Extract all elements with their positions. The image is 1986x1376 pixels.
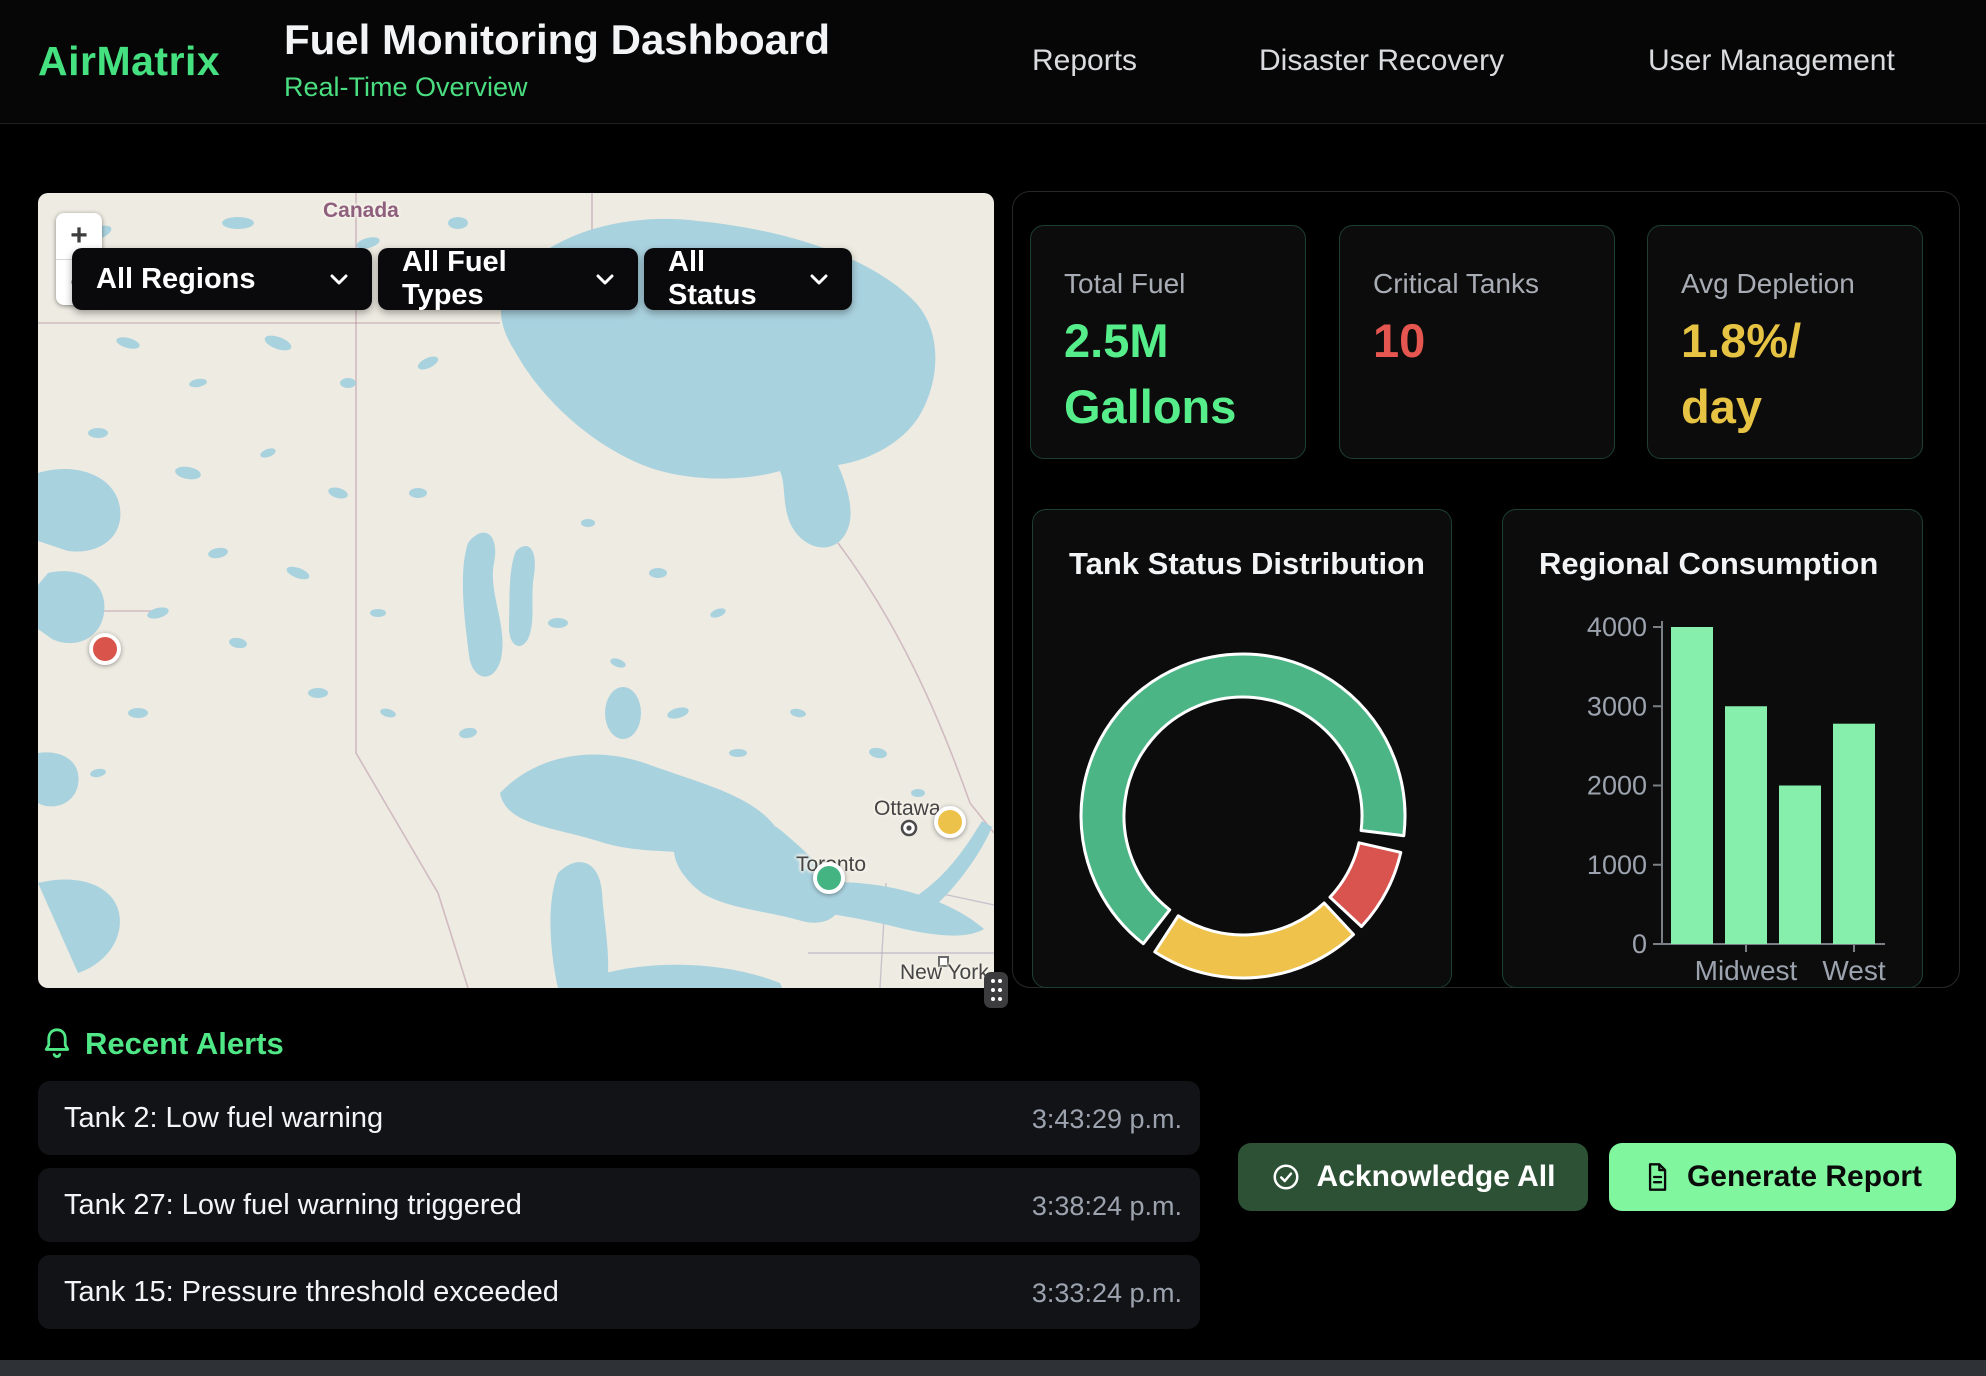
map-panel[interactable]: Canada Ottawa Toronto New York + − All R… <box>38 193 994 988</box>
donut-segment-warning <box>1155 903 1354 978</box>
tank-marker-critical[interactable] <box>89 633 121 665</box>
bar-2 <box>1779 786 1821 945</box>
stat-value: 10 <box>1373 308 1425 374</box>
region-filter-value: All Regions <box>96 263 256 296</box>
status-filter-select[interactable]: All Status <box>644 248 852 310</box>
stat-label: Avg Depletion <box>1681 268 1855 300</box>
y-tick-label: 1000 <box>1587 850 1647 880</box>
acknowledge-all-label: Acknowledge All <box>1317 1160 1556 1194</box>
region-filter-select[interactable]: All Regions <box>72 248 372 310</box>
y-tick-label: 2000 <box>1587 771 1647 801</box>
bar-1 <box>1725 706 1767 944</box>
check-circle-icon <box>1271 1162 1301 1192</box>
nav-disaster-recovery[interactable]: Disaster Recovery <box>1259 44 1504 78</box>
chart-title: Tank Status Distribution <box>1069 546 1425 582</box>
stat-card-critical-tanks: Critical Tanks 10 <box>1339 225 1615 459</box>
nav-reports[interactable]: Reports <box>1032 44 1137 78</box>
brand-logo: AirMatrix <box>38 38 220 85</box>
acknowledge-all-button[interactable]: Acknowledge All <box>1238 1143 1588 1211</box>
document-icon <box>1643 1162 1671 1192</box>
map-label-ottawa: Ottawa <box>874 797 941 821</box>
fuel-monitoring-dashboard: AirMatrix Fuel Monitoring Dashboard Real… <box>0 0 1986 1376</box>
alert-row[interactable]: Tank 15: Pressure threshold exceeded 3:3… <box>38 1255 1200 1329</box>
bar-0 <box>1671 627 1713 944</box>
stat-card-total-fuel: Total Fuel 2.5MGallons <box>1030 225 1306 459</box>
page-subtitle: Real-Time Overview <box>284 72 528 103</box>
map-filter-bar: All Regions All Fuel Types All Status <box>72 248 852 310</box>
alert-row[interactable]: Tank 2: Low fuel warning 3:43:29 p.m. <box>38 1081 1200 1155</box>
nav-user-management[interactable]: User Management <box>1648 44 1895 78</box>
alert-timestamp: 3:43:29 p.m. <box>1032 1104 1182 1135</box>
fuel-type-filter-value: All Fuel Types <box>402 246 568 312</box>
bottom-scrollbar-strip[interactable] <box>0 1360 1986 1376</box>
tank-marker-warning[interactable] <box>934 806 966 838</box>
map-label-canada: Canada <box>323 199 399 223</box>
stat-value: 1.8%/day <box>1681 308 1801 440</box>
generate-report-button[interactable]: Generate Report <box>1609 1143 1956 1211</box>
map-resize-handle[interactable] <box>984 972 1008 1008</box>
y-tick-label: 3000 <box>1587 691 1647 721</box>
alert-row[interactable]: Tank 27: Low fuel warning triggered 3:38… <box>38 1168 1200 1242</box>
stat-card-avg-depletion: Avg Depletion 1.8%/day <box>1647 225 1923 459</box>
alert-message: Tank 2: Low fuel warning <box>64 1102 383 1135</box>
fuel-type-filter-select[interactable]: All Fuel Types <box>378 248 638 310</box>
map-label-new-york: New York <box>900 961 989 985</box>
stat-value: 2.5MGallons <box>1064 308 1236 440</box>
stat-label: Total Fuel <box>1064 268 1185 300</box>
alert-message: Tank 15: Pressure threshold exceeded <box>64 1276 559 1309</box>
alert-timestamp: 3:38:24 p.m. <box>1032 1191 1182 1222</box>
generate-report-label: Generate Report <box>1687 1160 1922 1194</box>
bell-icon <box>40 1026 74 1069</box>
stat-label: Critical Tanks <box>1373 268 1539 300</box>
chevron-down-icon <box>810 274 828 285</box>
chevron-down-icon <box>596 274 614 285</box>
status-filter-value: All Status <box>668 246 782 312</box>
alerts-section-title: Recent Alerts <box>85 1026 284 1062</box>
y-tick-label: 0 <box>1632 929 1647 959</box>
header: AirMatrix Fuel Monitoring Dashboard Real… <box>0 0 1986 124</box>
regional-consumption-card: Regional Consumption 0 1000 2000 3000 4000 Mi… <box>1502 509 1923 988</box>
y-tick-label: 4000 <box>1587 612 1647 642</box>
x-tick-label: Midwest <box>1695 955 1798 986</box>
tank-marker-normal[interactable] <box>813 862 845 894</box>
alert-timestamp: 3:33:24 p.m. <box>1032 1278 1182 1309</box>
donut-segment-critical <box>1330 843 1401 927</box>
chart-title: Regional Consumption <box>1539 546 1878 582</box>
x-tick-label: West <box>1822 955 1885 986</box>
page-title: Fuel Monitoring Dashboard <box>284 16 830 64</box>
bar-3 <box>1833 724 1875 944</box>
chevron-down-icon <box>330 274 348 285</box>
alert-message: Tank 27: Low fuel warning triggered <box>64 1189 522 1222</box>
tank-status-distribution-card: Tank Status Distribution <box>1032 509 1452 988</box>
